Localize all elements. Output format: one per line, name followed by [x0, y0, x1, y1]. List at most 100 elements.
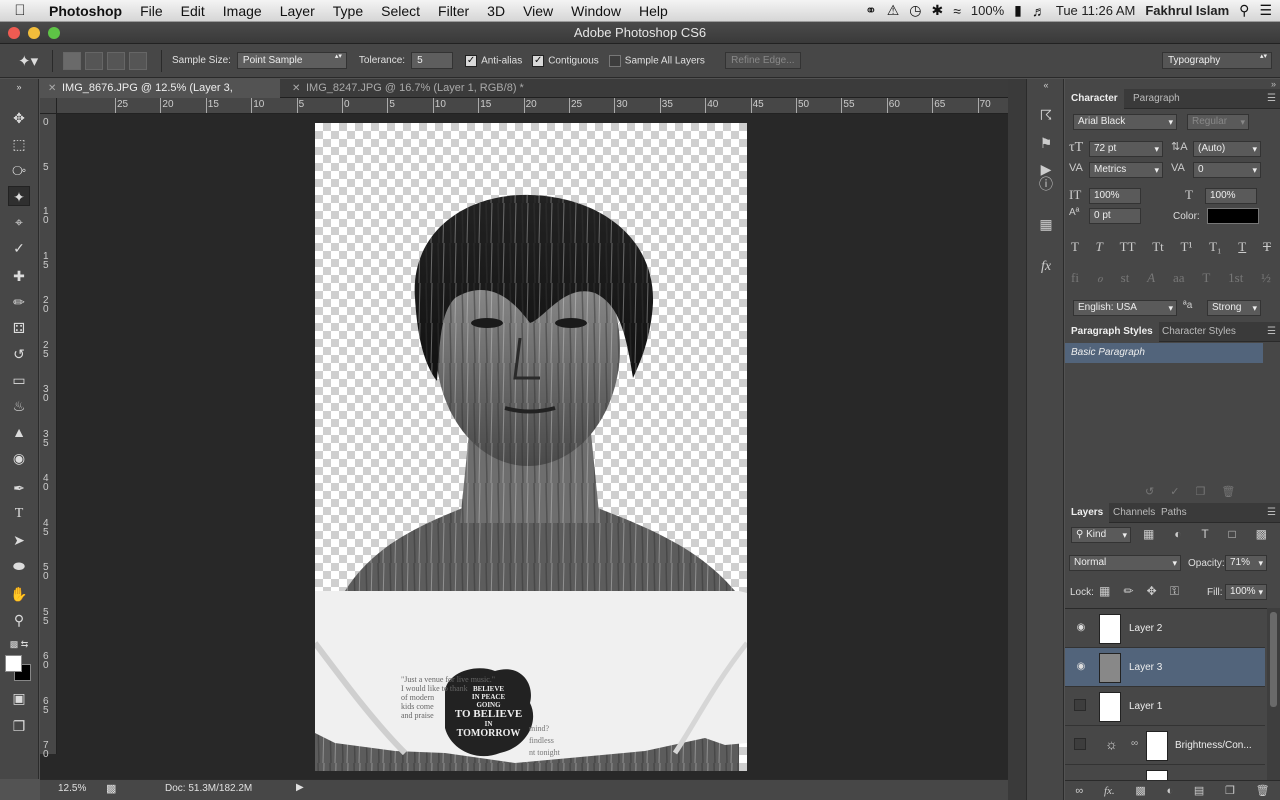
ordinals-icon[interactable]: 1st [1228, 270, 1243, 286]
dodge-tool-icon[interactable]: ◉ [8, 448, 30, 468]
lock-pixels-icon[interactable]: ✏ [1123, 584, 1133, 599]
status-export-icon[interactable]: ▩ [106, 782, 116, 795]
close-tab-icon[interactable]: ✕ [292, 79, 300, 98]
fractions-icon[interactable]: ½ [1261, 270, 1271, 286]
stylistic-alternates-icon[interactable]: aa [1173, 270, 1185, 286]
vertical-scale-input[interactable]: 100% [1089, 188, 1141, 204]
close-window-button[interactable] [8, 27, 20, 39]
screen-mode-icon[interactable]: ❐ [8, 716, 30, 736]
tab-paragraph-styles[interactable]: Paragraph Styles [1065, 322, 1159, 342]
faux-bold-icon[interactable]: T [1071, 239, 1079, 255]
collapse-strip-icon[interactable]: « [1036, 79, 1056, 91]
spotlight-icon[interactable]: ⚲ [1239, 2, 1249, 19]
font-family-select[interactable]: Arial Black [1073, 114, 1177, 130]
panel-menu-icon[interactable]: ☰ [1267, 322, 1276, 342]
collapse-panels-icon[interactable]: » [1271, 79, 1276, 89]
tab-img-8247[interactable]: ✕ IMG_8247.JPG @ 16.7% (Layer 1, RGB/8) … [284, 79, 534, 98]
anti-alias-select[interactable]: Strong [1207, 300, 1261, 316]
wifi-icon[interactable]: ≈ [953, 3, 961, 19]
time-machine-icon[interactable]: ◷ [909, 2, 921, 19]
default-colors-icon[interactable]: ▩ ⇆ [8, 634, 30, 654]
menu-type[interactable]: Type [324, 0, 372, 22]
subtract-from-selection-icon[interactable] [107, 51, 125, 70]
tracking-select[interactable]: 0 [1193, 162, 1261, 178]
text-color-swatch[interactable] [1207, 208, 1259, 224]
menu-window[interactable]: Window [562, 0, 630, 22]
visibility-toggle[interactable] [1074, 738, 1086, 750]
font-style-select[interactable]: Regular [1187, 114, 1249, 130]
redefine-style-icon[interactable]: ✓ [1170, 485, 1179, 498]
ligatures-icon[interactable]: fi [1071, 270, 1079, 286]
menu-3d[interactable]: 3D [478, 0, 514, 22]
user-name[interactable]: Fakhrul Islam [1145, 3, 1229, 18]
marquee-tool-icon[interactable]: ⬚ [8, 134, 30, 154]
notification-center-icon[interactable]: ☰ [1259, 2, 1272, 19]
filter-adjustment-icon[interactable]: ◐ [1174, 527, 1181, 541]
layers-scrollbar[interactable] [1267, 608, 1280, 780]
clear-override-icon[interactable]: ↺ [1145, 485, 1154, 498]
intersect-selection-icon[interactable] [129, 51, 147, 70]
hand-tool-icon[interactable]: ✋ [8, 584, 30, 604]
healing-brush-tool-icon[interactable]: ✚ [8, 266, 30, 286]
refine-edge-button[interactable]: Refine Edge... [724, 52, 801, 69]
layer-row-brightness-contrast[interactable]: ☼ ∞ Brightness/Con... [1065, 726, 1265, 765]
titling-alternates-icon[interactable]: T [1202, 270, 1210, 286]
layer-row-layer-1[interactable]: Layer 1 [1065, 687, 1265, 726]
info-panel-icon[interactable]: ⓘ [1036, 174, 1056, 194]
eye-icon[interactable]: ◉ [1075, 622, 1087, 634]
document-canvas[interactable]: "Just a venue for live music." I would l… [315, 123, 747, 771]
notification-icon[interactable]: ⚠ [887, 2, 900, 19]
menu-edit[interactable]: Edit [172, 0, 214, 22]
paragraph-style-item[interactable]: Basic Paragraph [1065, 343, 1263, 363]
brush-tool-icon[interactable]: ✏ [8, 292, 30, 312]
lock-all-icon[interactable]: ⚿ [1170, 584, 1179, 599]
lock-transparency-icon[interactable]: ▦ [1099, 584, 1110, 599]
battery-icon[interactable]: ▮ [1014, 2, 1022, 19]
menu-photoshop[interactable]: Photoshop [40, 0, 131, 22]
anti-alias-checkbox[interactable]: ✓ Anti-alias [465, 54, 522, 67]
crop-tool-icon[interactable]: ⌖ [8, 212, 30, 232]
adjustment-layer-icon[interactable]: ◐ [1167, 785, 1174, 797]
ellipse-tool-icon[interactable]: ⬬ [8, 556, 30, 576]
tab-channels[interactable]: Channels [1107, 503, 1161, 523]
panel-menu-icon[interactable]: ☰ [1267, 89, 1276, 109]
faux-italic-icon[interactable]: T [1096, 239, 1103, 255]
small-caps-icon[interactable]: Tt [1152, 239, 1164, 255]
history-brush-tool-icon[interactable]: ↺ [8, 344, 30, 364]
swash-icon[interactable]: A [1147, 270, 1155, 286]
paint-bucket-tool-icon[interactable]: ♨ [8, 396, 30, 416]
horizontal-ruler[interactable]: 252015105051015202530354045505560657075 [57, 98, 1036, 114]
language-select[interactable]: English: USA [1073, 300, 1177, 316]
type-tool-icon[interactable]: T [8, 504, 30, 524]
clock[interactable]: Tue 11:26 AM [1056, 3, 1136, 18]
kerning-select[interactable]: Metrics [1089, 162, 1163, 178]
discretionary-ligatures-icon[interactable]: st [1121, 270, 1130, 286]
filter-shape-icon[interactable]: □ [1229, 527, 1236, 541]
tab-img-8676[interactable]: ✕ IMG_8676.JPG @ 12.5% (Layer 3, RGB/8) … [40, 79, 280, 113]
apple-icon[interactable]:  [0, 2, 40, 19]
ruler-origin[interactable] [40, 98, 57, 114]
sample-size-select[interactable]: Point Sample [236, 52, 347, 69]
history-panel-icon[interactable]: ☈ [1036, 105, 1056, 125]
volume-icon[interactable]: ♬ [1032, 3, 1046, 19]
baseline-shift-input[interactable]: 0 pt [1089, 208, 1141, 224]
menu-view[interactable]: View [514, 0, 562, 22]
leading-select[interactable]: (Auto) [1193, 141, 1261, 157]
link-layers-icon[interactable]: ∞ [1075, 785, 1083, 797]
panel-menu-icon[interactable]: ☰ [1267, 503, 1276, 523]
blend-mode-select[interactable]: Normal [1069, 555, 1181, 571]
minimize-window-button[interactable] [28, 27, 40, 39]
fill-input[interactable]: 100% [1225, 584, 1267, 600]
new-style-icon[interactable]: ❐ [1195, 485, 1205, 498]
blur-tool-icon[interactable]: ▲ [8, 422, 30, 442]
menu-select[interactable]: Select [372, 0, 429, 22]
collapse-tools-icon[interactable]: » [8, 82, 30, 92]
lasso-tool-icon[interactable]: ⧂ [8, 160, 30, 180]
underline-icon[interactable]: T [1238, 239, 1246, 255]
layer-mask-thumbnail[interactable] [1146, 731, 1168, 761]
add-mask-icon[interactable]: ▩ [1135, 784, 1145, 797]
new-selection-icon[interactable] [63, 51, 81, 70]
close-tab-icon[interactable]: ✕ [48, 79, 56, 98]
workspace-select[interactable]: Typography [1162, 52, 1272, 69]
all-caps-icon[interactable]: TT [1120, 239, 1136, 255]
